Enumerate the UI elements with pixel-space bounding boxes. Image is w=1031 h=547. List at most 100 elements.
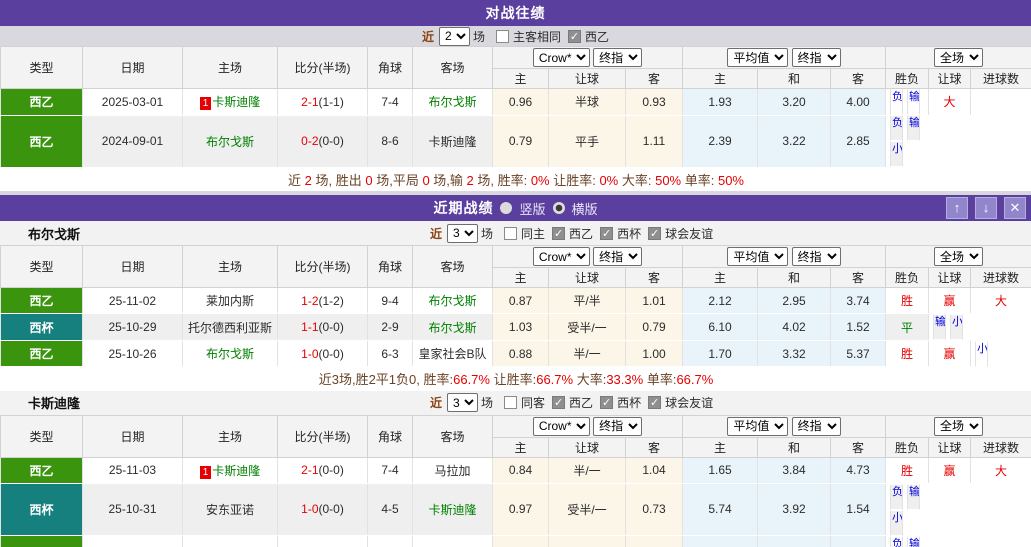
odds-source-select[interactable]: 终指: [791, 48, 841, 67]
away-team-name[interactable]: 皇家社会B队: [418, 347, 486, 361]
league-badge: 西乙: [0, 114, 83, 168]
odds-home: 0.96: [492, 88, 549, 116]
home-team-cell: 托尔德西利亚斯: [182, 313, 278, 341]
odds-home: 0.96: [492, 535, 549, 547]
column-subheader: 主: [492, 436, 549, 458]
filter-checkbox[interactable]: ✓: [552, 396, 566, 409]
match-count-select[interactable]: 2: [438, 26, 470, 46]
column-header: 比分(半场): [277, 46, 368, 89]
match-count-select[interactable]: 3: [447, 393, 479, 412]
column-subheader: 让球: [548, 68, 626, 89]
odds-source-select[interactable]: Crow*: [532, 416, 590, 436]
odds-source-select[interactable]: 平均值: [727, 416, 789, 436]
odds-source-select[interactable]: 终指: [593, 247, 643, 266]
column-header: 日期: [82, 245, 183, 288]
corner-count: 6-3: [367, 340, 413, 367]
away-team-name[interactable]: 马拉加: [434, 464, 470, 478]
odds-source-select[interactable]: 终指: [791, 416, 841, 436]
summary-row: 近3场,胜2平1负0, 胜率:66.7% 让胜率:66.7% 大率:33.3% …: [0, 366, 1031, 391]
corner-count: 8-6: [367, 114, 413, 168]
half-time-score: (0-0): [318, 346, 344, 361]
odds-source-select[interactable]: 终指: [593, 416, 643, 436]
odds-source-select[interactable]: 全场: [934, 416, 984, 436]
odds-source-select[interactable]: 全场: [934, 247, 984, 266]
score-cell[interactable]: 2-1(0-0): [277, 456, 368, 484]
summary-segment: 0%: [530, 172, 550, 188]
vertical-layout-radio[interactable]: [500, 202, 513, 214]
away-team-name[interactable]: 卡斯迪隆: [428, 135, 476, 149]
move-down-icon[interactable]: ↓: [975, 197, 997, 219]
away-team-name[interactable]: 布尔戈斯: [428, 321, 476, 335]
column-header: 主场: [182, 46, 278, 89]
score-cell[interactable]: 1-1(0-0): [277, 313, 368, 341]
summary-text: 近3场,胜2平1负0, 胜率:66.7% 让胜率:66.7% 大率:33.3% …: [0, 366, 1031, 391]
filter-checkbox-label: 西乙: [569, 396, 594, 410]
recent-label: 近: [430, 226, 443, 241]
home-team-name[interactable]: 布尔戈斯: [206, 135, 254, 149]
column-subheader: 让球: [548, 267, 626, 288]
result-outcome: 胜: [885, 456, 930, 484]
odds-source-select[interactable]: Crow*: [532, 48, 590, 67]
filter-checkbox[interactable]: ✓: [600, 226, 614, 240]
result-outcome: 胜: [885, 287, 930, 314]
match-row: 西乙 25-10-26 布尔戈斯 1-0(0-0) 6-3 皇家社会B队 0.88 半/一 1.…: [0, 340, 1031, 367]
filter-checkbox[interactable]: ✓: [552, 226, 566, 240]
avg-home: 2.12: [682, 287, 758, 314]
filter-checkbox[interactable]: ✓: [600, 396, 614, 409]
close-icon[interactable]: ✕: [1004, 197, 1026, 219]
filter-checkbox[interactable]: [504, 226, 518, 240]
home-team-name[interactable]: 布尔戈斯: [206, 347, 254, 361]
away-team-name[interactable]: 布尔戈斯: [428, 294, 476, 308]
vertical-layout-label[interactable]: 竖版: [519, 199, 545, 218]
move-up-icon[interactable]: ↑: [946, 197, 968, 219]
league-badge: 西乙: [0, 88, 83, 116]
avg-draw: 4.02: [757, 313, 831, 341]
match-row: 西杯 25-10-29 托尔德西利亚斯 1-1(0-0) 2-9 布尔戈斯 1.03 受半/一…: [0, 313, 1031, 341]
odds-source-select[interactable]: 平均值: [727, 247, 789, 266]
odds-source-select[interactable]: 平均值: [727, 48, 789, 67]
away-team-name[interactable]: 卡斯迪隆: [428, 503, 476, 517]
home-team-name[interactable]: 卡斯迪隆: [212, 464, 260, 478]
filter-checkbox[interactable]: [504, 396, 518, 409]
score-cell[interactable]: 1-0(0-0): [277, 482, 368, 536]
score-cell[interactable]: 2-1(1-1): [277, 88, 368, 116]
column-subheader: 让球: [928, 436, 972, 458]
half-time-score: (0-0): [318, 320, 344, 334]
filter-checkbox[interactable]: [496, 29, 509, 43]
h2h-filter-row: 近 2 场 主客相同 ✓ 西乙: [0, 26, 1031, 46]
odds-source-select[interactable]: 终指: [593, 48, 643, 67]
odds-handicap: 半/一: [548, 456, 626, 484]
odds-source-select[interactable]: 终指: [791, 247, 841, 266]
result-goals: 大: [970, 287, 1031, 314]
home-team-name[interactable]: 安东亚诺: [206, 503, 254, 517]
horizontal-layout-label[interactable]: 横版: [572, 199, 598, 218]
full-time-score: 1-2: [301, 293, 319, 308]
filter-checkbox[interactable]: ✓: [648, 396, 662, 409]
match-count-select[interactable]: 3: [447, 223, 479, 243]
corner-count: 7-4: [367, 88, 413, 116]
avg-away: 1.54: [829, 482, 887, 536]
score-cell[interactable]: 1-2(1-2): [277, 287, 368, 314]
bar-buttons: ↑ ↓ ✕: [946, 197, 1026, 219]
away-team-cell: 卡斯迪隆: [412, 535, 493, 547]
column-subheader: 让球: [928, 267, 972, 288]
away-team-name[interactable]: 布尔戈斯: [428, 95, 476, 109]
score-cell[interactable]: 1-0(0-0): [277, 535, 368, 547]
home-team-name[interactable]: 托尔德西利亚斯: [188, 321, 272, 335]
horizontal-layout-radio[interactable]: [552, 202, 565, 214]
home-team-name[interactable]: 莱加内斯: [206, 294, 254, 308]
summary-segment: 近3场,胜2平1负0, 胜率:: [318, 372, 454, 388]
avg-home: 2.39: [682, 114, 758, 168]
score-cell[interactable]: 0-2(0-0): [277, 114, 368, 168]
result-goals: 小: [890, 509, 904, 536]
score-cell[interactable]: 1-0(0-0): [277, 340, 368, 367]
column-subheader: 主: [492, 267, 549, 288]
odds-source-select[interactable]: 全场: [934, 48, 984, 67]
column-subheader: 进球数: [970, 436, 1031, 458]
match-row: 西乙 25-11-03 1 卡斯迪隆 2-1(0-0) 7-4 马拉加 0.84 半/一 1.04…: [0, 456, 1031, 484]
odds-home: 0.88: [492, 340, 549, 367]
filter-checkbox[interactable]: ✓: [568, 29, 582, 43]
filter-checkbox[interactable]: ✓: [648, 226, 662, 240]
odds-source-select[interactable]: Crow*: [532, 247, 590, 266]
home-team-name[interactable]: 卡斯迪隆: [212, 95, 260, 109]
